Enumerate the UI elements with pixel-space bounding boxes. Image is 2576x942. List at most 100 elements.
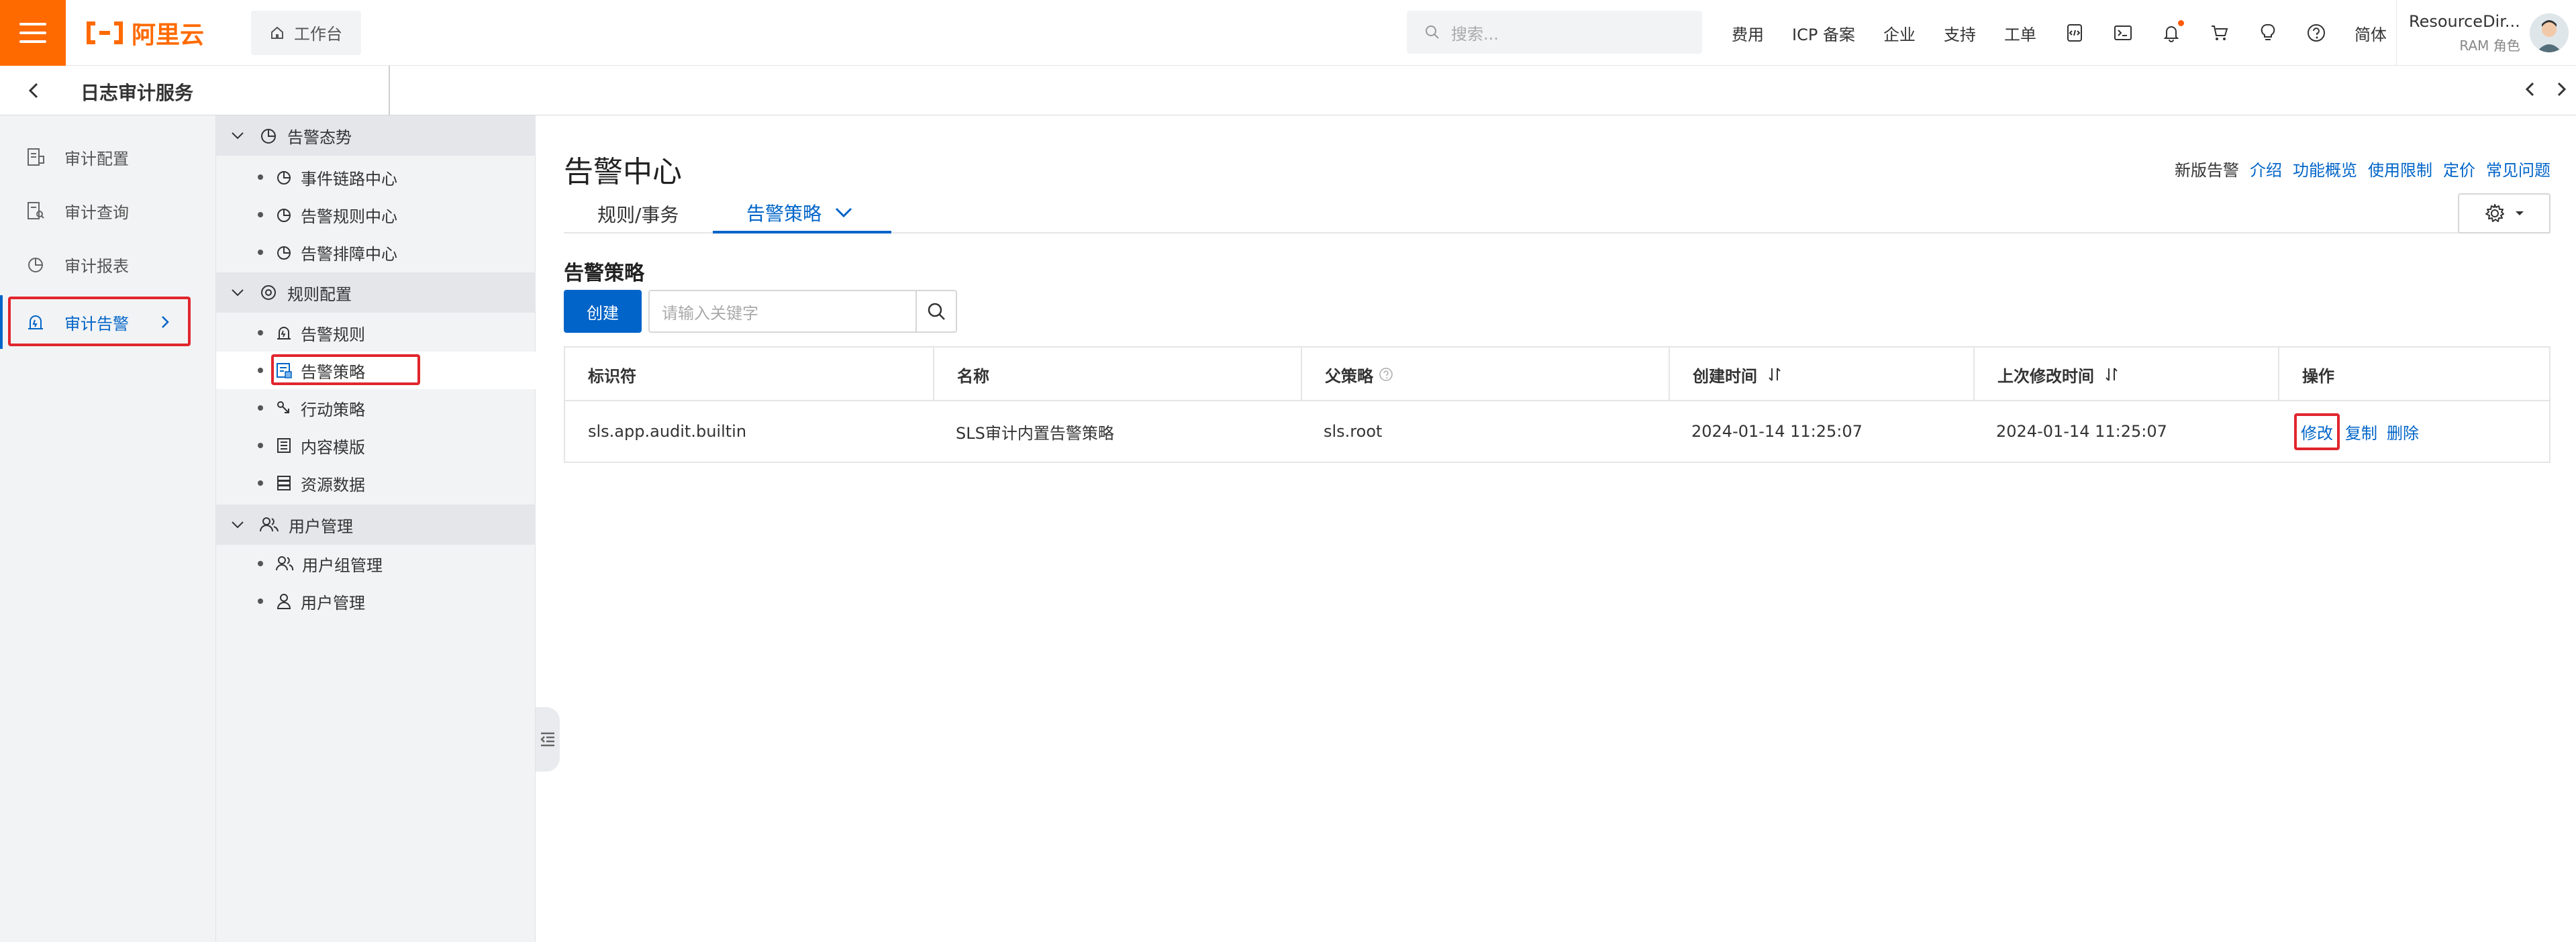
secondary-sidebar: 告警态势 事件链路中心 告警规则中心 告警排障中心 规则配置 告警规则 告警策略… xyxy=(216,115,536,942)
menu-group-rule-config[interactable]: 规则配置 xyxy=(216,272,536,313)
cell-created: 2024-01-14 11:25:07 xyxy=(1691,422,1863,441)
nav-icp[interactable]: ICP 备案 xyxy=(1792,21,1855,45)
column-header-modified[interactable]: 上次修改时间 xyxy=(1973,348,2278,401)
pie-chart-icon xyxy=(275,168,293,186)
link-pricing[interactable]: 定价 xyxy=(2443,157,2475,180)
chevron-down-icon xyxy=(835,207,852,218)
workbench-button[interactable]: 工作台 xyxy=(251,10,362,55)
bell-icon[interactable] xyxy=(2161,20,2184,43)
global-search-input[interactable]: 搜索... xyxy=(1407,11,1702,54)
menu-item-event-chain[interactable]: 事件链路中心 xyxy=(216,158,536,196)
cell-actions: 修改 复制 删除 xyxy=(2278,401,2550,462)
bar-divider xyxy=(389,66,390,115)
cell-id: sls.app.audit.builtin xyxy=(588,422,747,441)
user-menu[interactable]: ResourceDir... RAM 角色 xyxy=(2396,0,2569,66)
chevron-down-icon xyxy=(232,289,244,297)
sidebar-item-audit-config[interactable]: 审计配置 xyxy=(26,140,129,174)
edit-link[interactable]: 修改 xyxy=(2294,413,2340,450)
sidebar-item-audit-query[interactable]: 审计查询 xyxy=(26,194,129,227)
column-label: 上次修改时间 xyxy=(1997,366,2094,386)
avatar[interactable] xyxy=(2529,13,2569,52)
policy-table: 标识符 名称 父策略 创建时间 上次修改时间 操作 sls.app.audit.… xyxy=(564,346,2550,463)
menu-group-user-management[interactable]: 用户管理 xyxy=(216,505,536,545)
menu-item-label: 事件链路中心 xyxy=(301,169,397,189)
cell-modified: 2024-01-14 11:25:07 xyxy=(1996,422,2167,441)
bullet xyxy=(258,561,263,566)
keyword-search-input[interactable]: 请输入关键字 xyxy=(648,290,917,333)
new-alert-label: 新版告警 xyxy=(2175,161,2239,180)
chevron-down-icon xyxy=(232,132,244,140)
sidebar-item-audit-report[interactable]: 审计报表 xyxy=(26,248,129,281)
menu-item-alert-policy[interactable]: 告警策略 xyxy=(216,352,536,389)
column-header-created[interactable]: 创建时间 xyxy=(1669,348,1973,401)
menu-item-user-group[interactable]: 用户组管理 xyxy=(216,545,536,582)
menu-item-label: 告警规则 xyxy=(301,325,365,344)
help-icon[interactable] xyxy=(2306,23,2326,43)
chevron-left-icon[interactable] xyxy=(2522,79,2538,99)
column-label: 操作 xyxy=(2302,366,2334,386)
language-switch[interactable]: 简体 xyxy=(2355,21,2387,45)
menu-item-troubleshoot-center[interactable]: 告警排障中心 xyxy=(216,233,536,271)
nav-billing[interactable]: 费用 xyxy=(1732,21,1764,45)
menu-item-label: 告警排障中心 xyxy=(301,244,397,264)
settings-button[interactable] xyxy=(2458,193,2550,233)
create-button[interactable]: 创建 xyxy=(564,290,642,333)
delete-link[interactable]: 删除 xyxy=(2387,420,2419,443)
workbench-label: 工作台 xyxy=(294,25,343,44)
menu-item-alert-rule-center[interactable]: 告警规则中心 xyxy=(216,196,536,233)
search-icon xyxy=(1426,25,1439,39)
menu-item-alert-rules[interactable]: 告警规则 xyxy=(216,314,536,352)
nav-support[interactable]: 支持 xyxy=(1944,21,1976,45)
menu-item-label: 用户管理 xyxy=(301,593,365,613)
active-indicator xyxy=(0,295,3,349)
table-row: sls.app.audit.builtin SLS审计内置告警策略 sls.ro… xyxy=(565,401,2549,462)
aliyun-logo-icon xyxy=(87,21,123,44)
tab-alert-policy[interactable]: 告警策略 xyxy=(713,195,891,233)
link-overview[interactable]: 功能概览 xyxy=(2293,157,2357,180)
tab-rules-transactions[interactable]: 规则/事务 xyxy=(597,195,679,233)
sidebar-item-label: 审计报表 xyxy=(64,256,129,276)
link-limits[interactable]: 使用限制 xyxy=(2368,157,2432,180)
chevron-right-icon[interactable] xyxy=(2553,79,2569,99)
bullet xyxy=(258,250,263,255)
user-name: ResourceDir... xyxy=(2409,11,2520,31)
menu-group-alert-status[interactable]: 告警态势 xyxy=(216,115,536,156)
column-label: 标识符 xyxy=(588,366,636,386)
nav-ticket[interactable]: 工单 xyxy=(2004,21,2036,45)
menu-item-user[interactable]: 用户管理 xyxy=(216,582,536,620)
cart-icon[interactable] xyxy=(2210,23,2230,43)
lightbulb-icon[interactable] xyxy=(2258,23,2278,43)
primary-sidebar: 审计配置 审计查询 审计报表 审计告警 xyxy=(0,115,216,942)
service-title: 日志审计服务 xyxy=(81,82,194,104)
back-button[interactable] xyxy=(24,81,44,103)
users-icon xyxy=(260,517,279,532)
nav-enterprise[interactable]: 企业 xyxy=(1883,21,1916,45)
users-icon xyxy=(275,555,294,572)
menu-button[interactable] xyxy=(0,0,66,66)
aliyun-logo[interactable]: 阿里云 xyxy=(86,0,204,66)
keyword-search-button[interactable] xyxy=(915,290,957,333)
link-faq[interactable]: 常见问题 xyxy=(2486,157,2550,180)
help-links: 新版告警 介绍 功能概览 使用限制 定价 常见问题 xyxy=(2175,157,2550,180)
top-bar: 阿里云 工作台 搜索... 费用 ICP 备案 企业 支持 工单 简体 Reso… xyxy=(0,0,2576,66)
pie-chart-icon xyxy=(275,206,293,223)
code-icon[interactable] xyxy=(2065,23,2085,43)
column-header-id: 标识符 xyxy=(565,348,933,401)
menu-item-action-policy[interactable]: 行动策略 xyxy=(216,389,536,427)
copy-link[interactable]: 复制 xyxy=(2345,420,2377,443)
terminal-icon[interactable] xyxy=(2113,23,2133,43)
notification-dot xyxy=(2177,20,2184,26)
sort-icon[interactable] xyxy=(1767,366,1783,383)
link-intro[interactable]: 介绍 xyxy=(2250,157,2282,180)
user-role: RAM 角色 xyxy=(2459,37,2520,54)
menu-item-content-template[interactable]: 内容模版 xyxy=(216,427,536,464)
tab-bar: 规则/事务 告警策略 xyxy=(564,195,2550,233)
help-circle-icon[interactable] xyxy=(1379,367,1393,382)
column-header-parent: 父策略 xyxy=(1301,348,1669,401)
sort-icon[interactable] xyxy=(2103,366,2120,383)
collapse-sidebar-button[interactable] xyxy=(536,707,560,772)
menu-item-resource-data[interactable]: 资源数据 xyxy=(216,464,536,502)
menu-item-label: 资源数据 xyxy=(301,475,365,494)
column-header-name: 名称 xyxy=(933,348,1301,401)
scroll-arrows xyxy=(2522,79,2569,99)
